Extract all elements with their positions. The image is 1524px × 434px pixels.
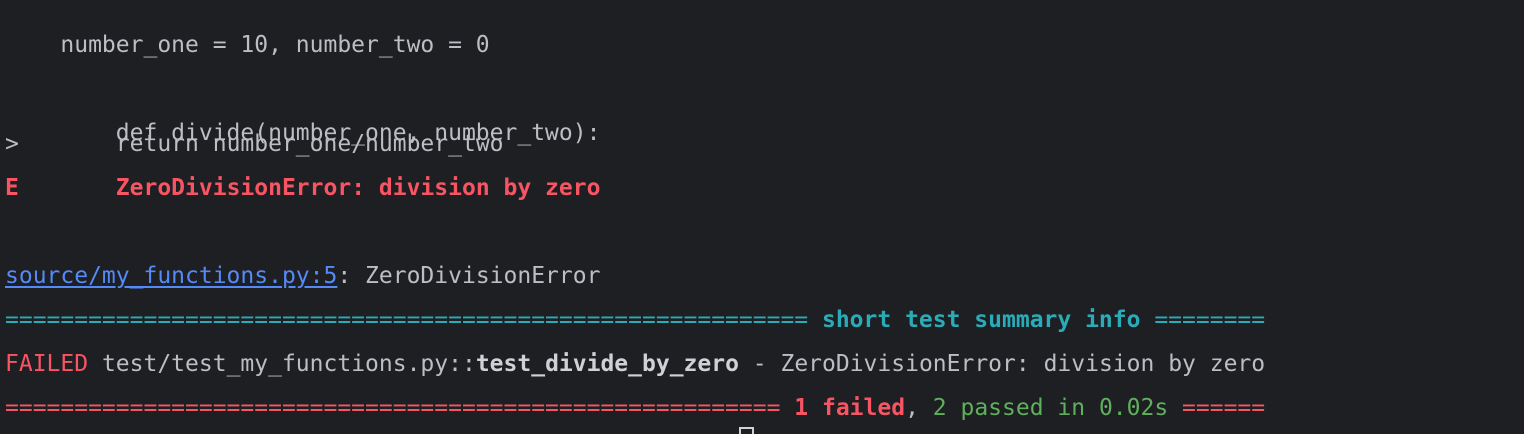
- terminal-output[interactable]: number_one = 10, number_two = 0 def divi…: [0, 0, 1524, 434]
- result-passed-count: 2 passed in 0.02s: [932, 395, 1169, 421]
- error-marker: E: [5, 175, 19, 201]
- source-file-link[interactable]: source/my_functions.py:5: [5, 263, 337, 289]
- error-message: ZeroDivisionError: division by zero: [18, 175, 601, 201]
- result-comma: ,: [905, 395, 933, 421]
- summary-rule-right: ========: [1140, 307, 1266, 333]
- variables-text: number_one = 10, number_two = 0: [60, 32, 490, 58]
- summary-rule-left: ========================================…: [5, 307, 822, 333]
- result-failed-count: 1 failed: [794, 395, 906, 421]
- summary-separator-line: ========================================…: [5, 304, 1265, 336]
- error-line: E ZeroDivisionError: division by zero: [5, 172, 600, 204]
- function-definition-line: def divide(number_one, number_two):: [5, 85, 601, 146]
- failed-reason: - ZeroDivisionError: division by zero: [738, 351, 1266, 377]
- summary-title: short test summary info: [821, 307, 1141, 333]
- return-code: return number_one/number_two: [18, 131, 504, 157]
- result-rule-right: ======: [1168, 395, 1266, 421]
- failed-test-path: test/test_my_functions.py::: [88, 351, 476, 377]
- failed-label: FAILED: [5, 351, 89, 377]
- test-variables-line: number_one = 10, number_two = 0: [5, 0, 489, 58]
- result-rule-left: ========================================…: [5, 395, 795, 421]
- source-error-type: : ZeroDivisionError: [337, 263, 601, 289]
- source-location-line: source/my_functions.py:5: ZeroDivisionEr…: [5, 260, 600, 292]
- terminal-cursor: [739, 427, 754, 434]
- result-summary-line: ========================================…: [5, 392, 1265, 424]
- failing-code-line: > return number_one/number_two: [5, 128, 504, 160]
- failed-test-name: test_divide_by_zero: [475, 351, 739, 377]
- failed-test-line: FAILED test/test_my_functions.py::test_d…: [5, 348, 1265, 380]
- line-marker: >: [5, 131, 19, 157]
